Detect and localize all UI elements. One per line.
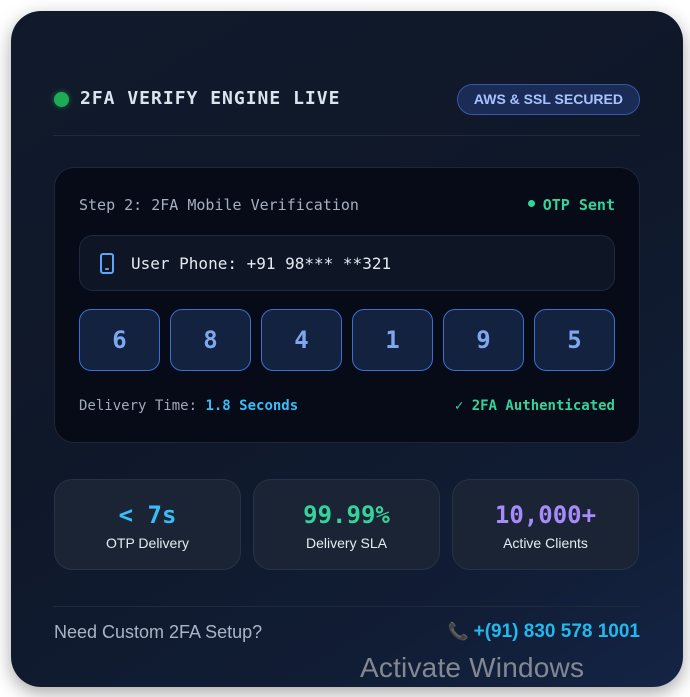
stat-label: Active Clients [503,535,588,551]
phone-number-label: User Phone: +91 98*** **321 [131,254,392,273]
otp-status: OTP Sent [527,196,615,214]
status-dot-icon [527,200,535,207]
security-badge: AWS & SSL SECURED [456,84,640,115]
otp-digit-3[interactable]: 4 [261,309,342,371]
otp-digit-1[interactable]: 6 [79,309,160,371]
activate-windows-watermark: Activate Windows [360,652,585,683]
custom-setup-text: Need Custom 2FA Setup? [54,622,263,642]
telephone-icon: 📞 [447,622,469,641]
delivery-time-value: 1.8 Seconds [205,398,299,414]
delivery-time-label: Delivery Time: [79,398,198,414]
contact-phone-number: +(91) 830 578 1001 [473,621,640,642]
delivery-time: Delivery Time: 1.8 Seconds [79,398,298,414]
stat-value: 10,000+ [494,501,597,529]
stat-label: OTP Delivery [106,535,189,551]
stat-value: 99.99% [303,501,390,529]
stat-value: < 7s [118,501,177,529]
mobile-phone-icon [100,253,114,274]
engine-title: 2FA VERIFY ENGINE LIVE [80,88,341,109]
otp-digit-5[interactable]: 9 [443,309,524,371]
stat-label: Delivery SLA [306,535,387,551]
otp-digit-2[interactable]: 8 [170,309,251,371]
auth-status: ✓ 2FA Authenticated [454,398,615,414]
stat-active-clients: 10,000+ Active Clients [452,479,639,570]
contact-phone-link[interactable]: 📞 +(91) 830 578 1001 [447,621,640,643]
step-title: Step 2: 2FA Mobile Verification [79,196,359,214]
live-status-dot [54,92,69,107]
otp-digit-4[interactable]: 1 [352,309,433,371]
card-header: 2FA VERIFY ENGINE LIVE AWS & SSL SECURED [53,84,640,136]
phone-number-field: User Phone: +91 98*** **321 [79,235,615,291]
stat-delivery-sla: 99.99% Delivery SLA [253,479,440,570]
otp-status-label: OTP Sent [542,196,615,214]
otp-digit-6[interactable]: 5 [534,309,615,371]
verification-panel: Step 2: 2FA Mobile Verification OTP Sent… [54,167,640,443]
stat-otp-delivery: < 7s OTP Delivery [54,479,241,570]
verify-engine-card: 2FA VERIFY ENGINE LIVE AWS & SSL SECURED… [11,11,683,687]
